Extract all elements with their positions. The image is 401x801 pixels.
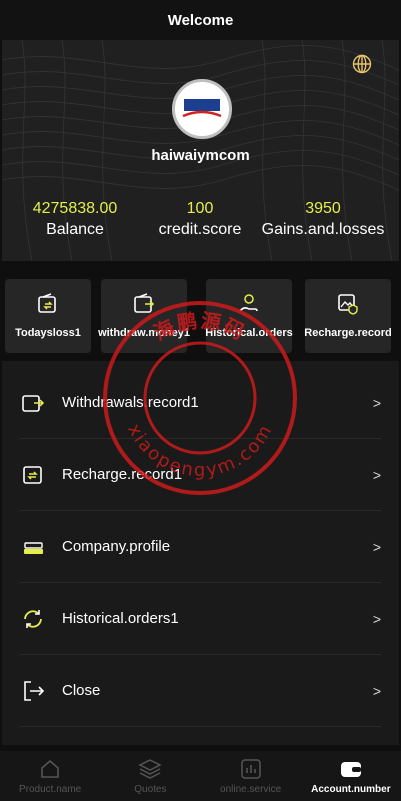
gains-losses-label: Gains.and.losses	[261, 221, 385, 238]
chevron-right-icon: >	[372, 538, 381, 555]
quick-action-label: Recharge.record	[304, 327, 392, 339]
wallet-refresh-icon	[38, 293, 56, 313]
tab-quotes[interactable]: Quotes	[100, 751, 200, 801]
quick-action-historical-orders[interactable]: Historical.orders	[205, 279, 293, 353]
bottom-tab-bar: Product.name Quotes online.service Accou…	[0, 751, 401, 801]
quick-action-withdraw[interactable]: withdraw.money1	[98, 279, 190, 353]
menu-item-historical-orders[interactable]: Historical.orders1 >	[20, 583, 381, 655]
gains-losses-value: 3950	[305, 200, 341, 217]
account-menu: Withdrawals.record1 > Recharge.record1 >…	[2, 361, 399, 745]
quick-action-label: withdraw.money1	[98, 327, 190, 339]
stat-credit-score: 100 credit.score	[150, 200, 250, 240]
chevron-right-icon: >	[372, 610, 381, 627]
stat-gains-losses: 3950 Gains.and.losses	[257, 200, 389, 240]
wallet-out-icon	[134, 293, 155, 313]
menu-item-withdrawals-record[interactable]: Withdrawals.record1 >	[20, 367, 381, 439]
tab-product-name[interactable]: Product.name	[0, 751, 100, 801]
chevron-right-icon: >	[372, 466, 381, 483]
logo-icon	[177, 84, 227, 134]
menu-item-label: Withdrawals.record1	[62, 394, 199, 411]
menu-item-label: Close	[62, 682, 101, 699]
tab-label: Quotes	[134, 784, 167, 795]
balance-value: 4275838.00	[32, 200, 118, 217]
balance-label: Balance	[46, 221, 104, 238]
wallet-refresh-icon	[23, 465, 42, 484]
credit-score-value: 100	[186, 200, 214, 217]
quick-action-recharge-record[interactable]: Recharge.record	[304, 279, 392, 353]
profile-card: haiwaiymcom 4275838.00 Balance 100 credi…	[2, 40, 399, 261]
chevron-right-icon: >	[372, 682, 381, 699]
top-bar: Welcome	[0, 0, 401, 40]
hand-coin-icon	[239, 294, 258, 312]
tab-label: online.service	[220, 784, 282, 795]
menu-item-label: Recharge.record1	[62, 466, 183, 483]
home-icon	[41, 759, 59, 778]
credit-score-label: credit.score	[158, 221, 242, 238]
wallet-out-icon	[22, 394, 45, 412]
quick-action-label: Historical.orders	[205, 327, 293, 339]
language-button[interactable]	[351, 53, 373, 75]
chart-icon	[240, 759, 261, 779]
menu-item-close[interactable]: Close >	[20, 655, 381, 727]
logout-icon	[24, 680, 45, 701]
image-shield-icon	[338, 294, 358, 315]
tab-label: Account.number	[311, 784, 391, 795]
refresh-icon	[24, 609, 42, 628]
chevron-right-icon: >	[372, 394, 381, 411]
tab-label: Product.name	[18, 784, 82, 795]
wallet-icon	[340, 762, 361, 777]
menu-item-company-profile[interactable]: Company.profile >	[20, 511, 381, 583]
tab-account-number[interactable]: Account.number	[301, 751, 401, 801]
page-title: Welcome	[167, 11, 234, 29]
avatar[interactable]	[172, 79, 232, 139]
layers-icon	[138, 759, 163, 779]
stack-icon	[24, 541, 43, 554]
tab-online-service[interactable]: online.service	[201, 751, 301, 801]
quick-action-label: Todaysloss1	[15, 327, 81, 339]
quick-action-todaysloss[interactable]: Todaysloss1	[5, 279, 91, 353]
menu-item-recharge-record[interactable]: Recharge.record1 >	[20, 439, 381, 511]
menu-item-label: Historical.orders1	[62, 610, 179, 627]
menu-item-label: Company.profile	[62, 538, 171, 555]
username: haiwaiymcom	[151, 147, 250, 164]
stat-balance: 4275838.00 Balance	[20, 200, 130, 240]
globe-icon	[352, 54, 372, 74]
